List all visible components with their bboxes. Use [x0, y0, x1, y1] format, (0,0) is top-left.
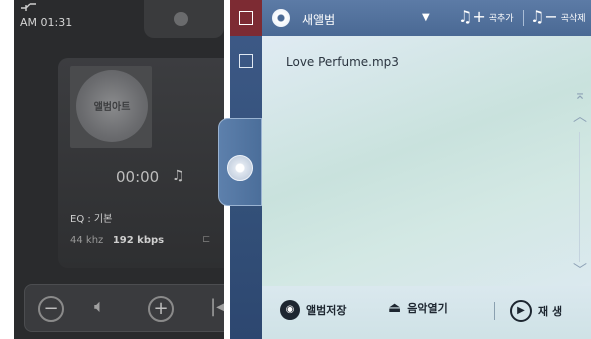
album-name[interactable]: 새앨범	[302, 11, 335, 28]
album-panel: 새앨범 ▼ ♫+ 곡추가 ♫− 곡삭제 Love Perfume.mp3 ⌅ ︿…	[218, 0, 591, 339]
footer-divider	[494, 302, 495, 320]
tab-icon	[174, 12, 188, 26]
album-header: 새앨범 ▼ ♫+ 곡추가 ♫− 곡삭제	[262, 0, 591, 36]
previous-icon[interactable]: |◂	[210, 296, 225, 317]
scroll-up-icon[interactable]: ︿	[570, 110, 590, 124]
disc-icon[interactable]	[227, 155, 253, 181]
add-song-button[interactable]: ♫+ 곡추가	[458, 8, 514, 26]
album-disc-icon	[272, 9, 290, 27]
bit-info: 44 khz 192 kbps	[70, 235, 164, 246]
select-all-checkbox[interactable]	[239, 11, 253, 25]
album-art-label: 앨범아트	[93, 102, 131, 113]
volume-icon[interactable]: 🔈︎	[94, 296, 105, 317]
minus-button[interactable]: −	[38, 296, 64, 322]
repeat-icon: ⊏	[202, 234, 211, 245]
list-item[interactable]: Love Perfume.mp3	[286, 55, 399, 69]
scroll-top-icon[interactable]: ⌅	[570, 88, 590, 102]
header-divider	[523, 10, 524, 26]
delete-song-icon: ♫−	[530, 7, 558, 26]
save-album-label: 앨범저장	[306, 304, 347, 317]
top-tab[interactable]	[144, 0, 224, 38]
delete-song-button[interactable]: ♫− 곡삭제	[530, 8, 586, 26]
music-player-background: AM 01:31 앨범아트 00:00 ♫ EQ : 기본 44 khz 192…	[14, 0, 234, 339]
play-time: 00:00	[116, 168, 160, 186]
play-label: 재 생	[538, 305, 563, 318]
play-icon: ▶	[510, 300, 532, 322]
scrollbar[interactable]: ⌅ ︿ ﹀ ⌄	[570, 88, 590, 310]
eject-icon: ⏏	[388, 300, 402, 316]
play-button[interactable]: ▶ 재 생	[510, 300, 562, 322]
scroll-down-icon[interactable]: ﹀	[570, 264, 590, 278]
music-note-icon: ♫	[172, 168, 185, 184]
chevron-down-icon[interactable]: ▼	[422, 12, 430, 23]
bitrate: 192 kbps	[112, 235, 165, 246]
add-song-icon: ♫+	[458, 7, 486, 26]
add-song-label: 곡추가	[488, 13, 514, 24]
scroll-track[interactable]	[579, 132, 580, 262]
save-album-button[interactable]: ◉ 앨범저장	[280, 300, 346, 320]
status-icon	[21, 3, 36, 11]
open-music-button[interactable]: ⏏ 음악열기	[388, 300, 448, 316]
song-list: Love Perfume.mp3 ⌅ ︿ ﹀ ⌄	[262, 36, 591, 300]
sample-rate: 44 khz	[70, 235, 104, 246]
save-album-icon: ◉	[280, 300, 300, 320]
open-music-label: 음악열기	[407, 302, 448, 315]
plus-button[interactable]: +	[148, 296, 174, 322]
delete-song-label: 곡삭제	[560, 13, 586, 24]
panel-footer: ◉ 앨범저장 ⏏ 음악열기 ▶ 재 생	[262, 286, 591, 339]
eq-setting: EQ : 기본	[70, 214, 113, 225]
car-audio-screen: AM 01:31 앨범아트 00:00 ♫ EQ : 기본 44 khz 192…	[14, 0, 591, 339]
song-checkbox[interactable]	[239, 54, 253, 68]
clock: AM 01:31	[20, 16, 73, 29]
